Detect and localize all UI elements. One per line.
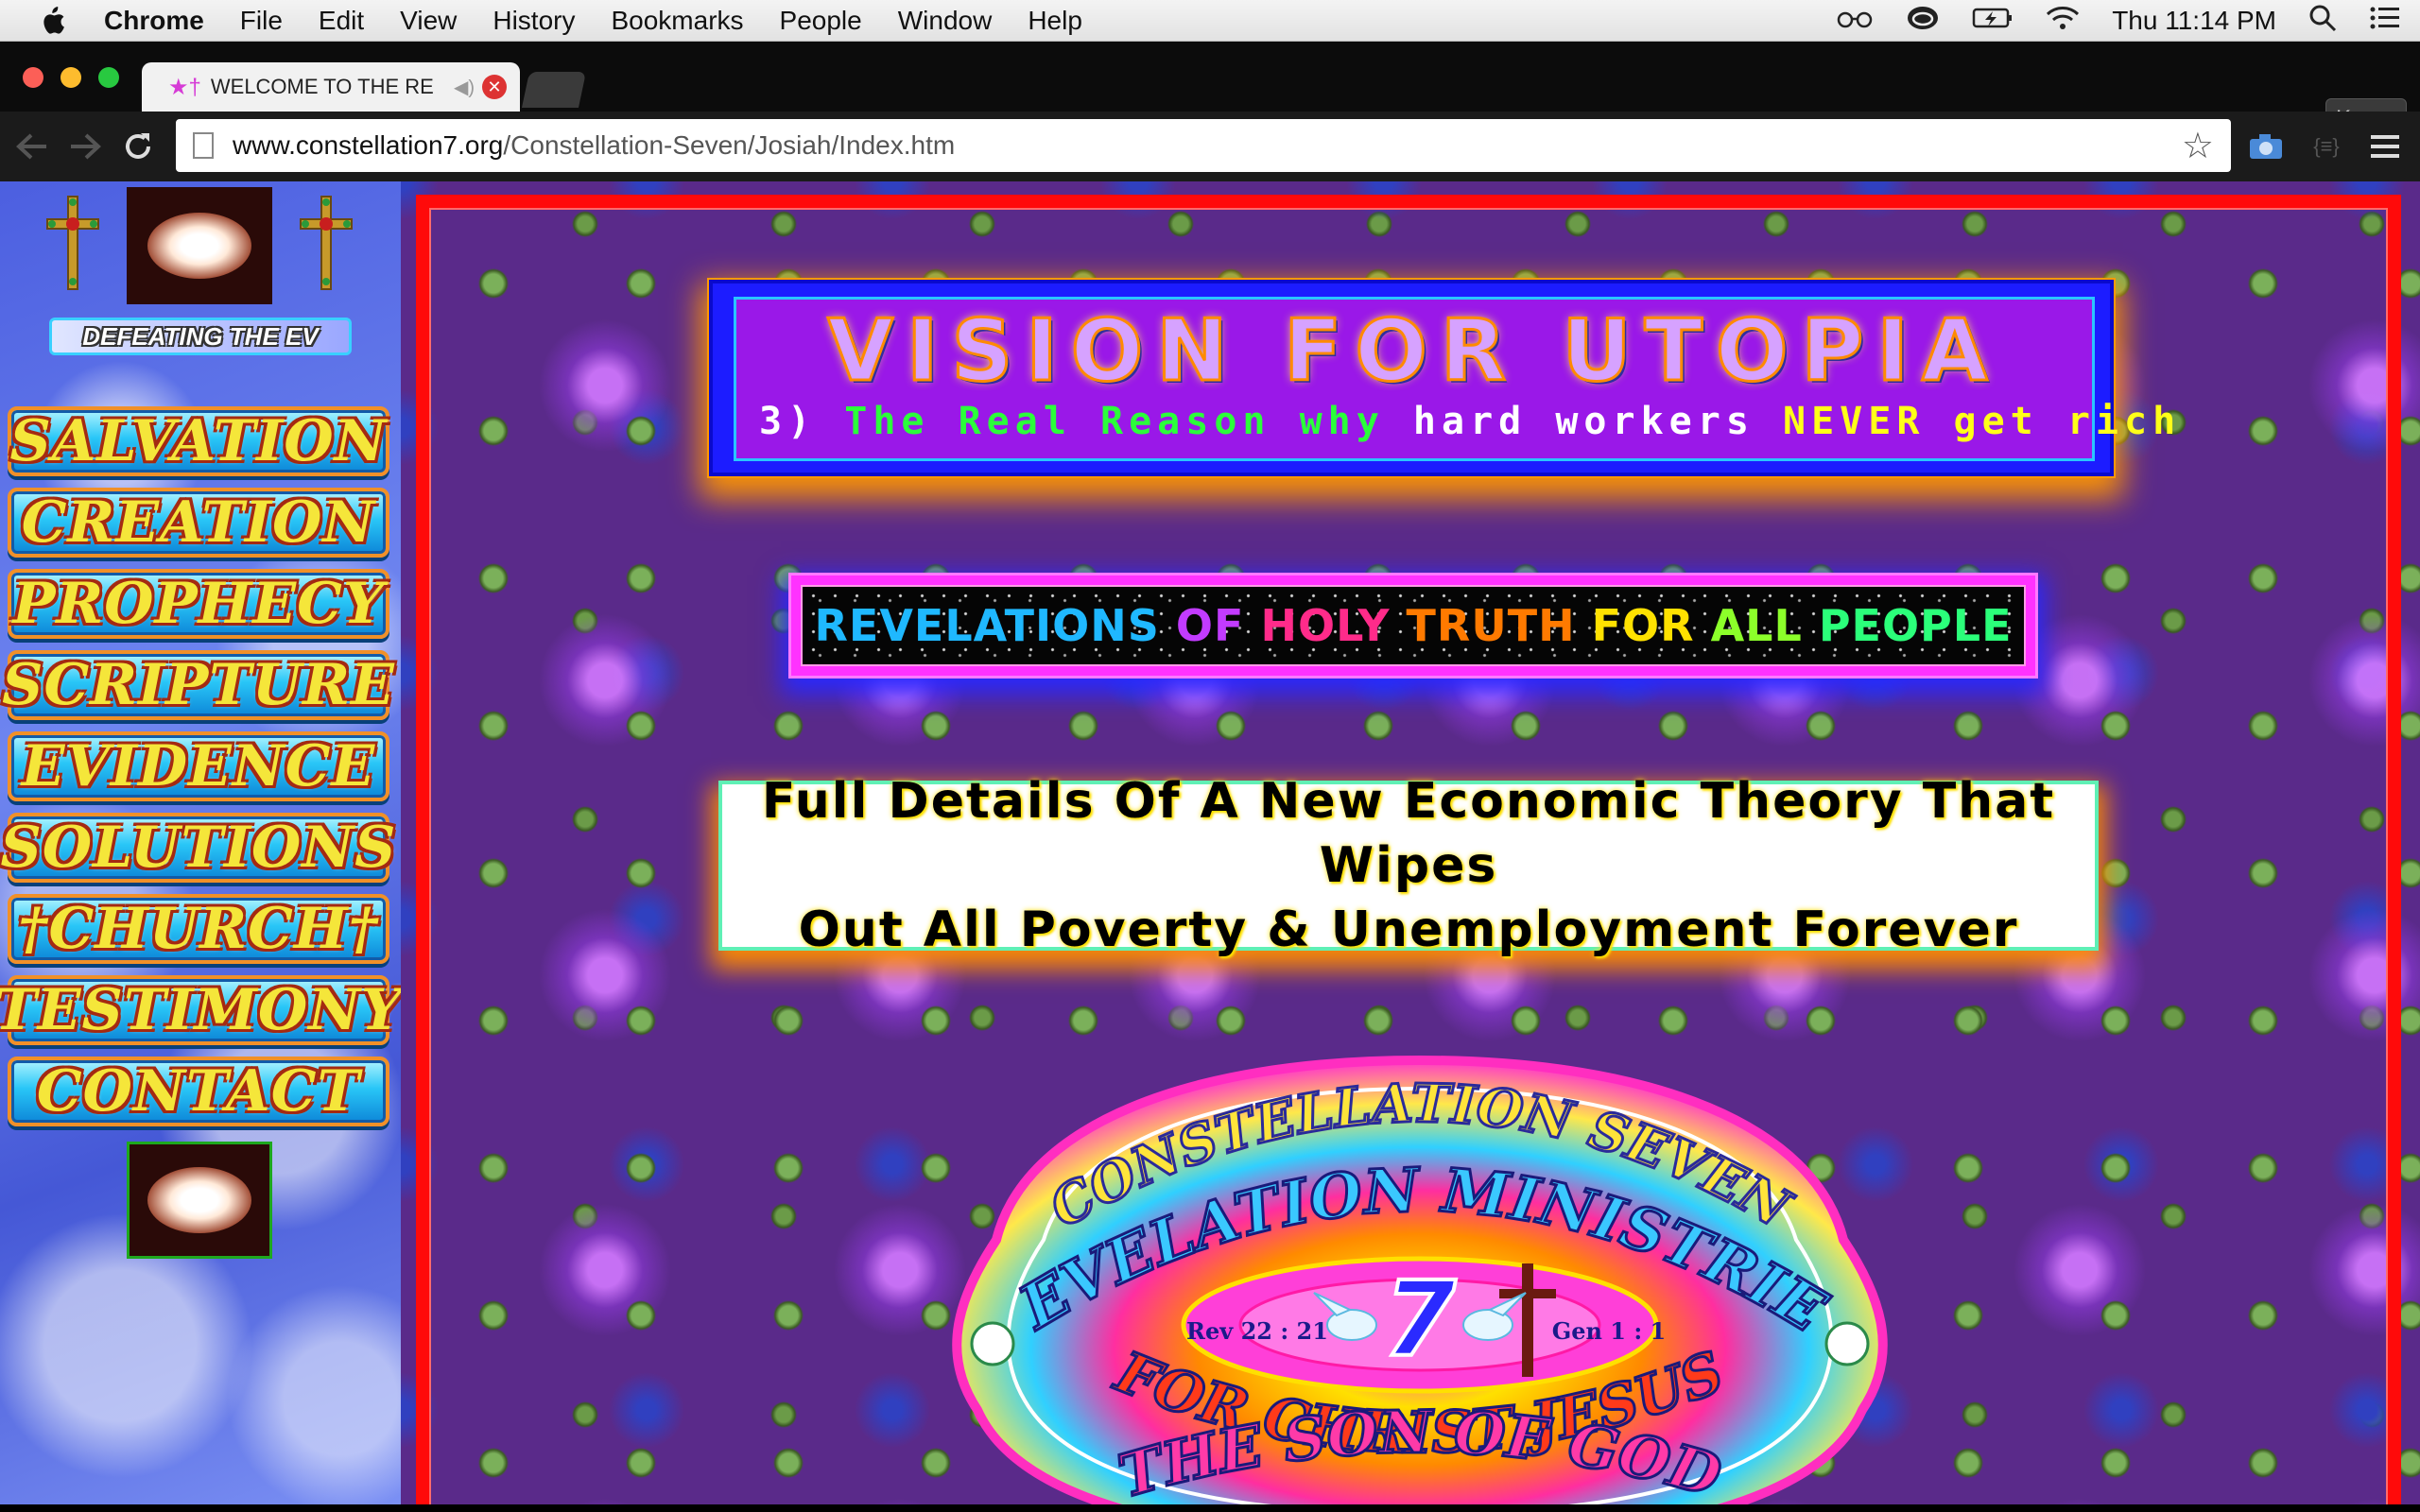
menubar-clock[interactable]: Thu 11:14 PM [2112,6,2276,36]
url-path: /Constellation-Seven/Josiah/Index.htm [503,130,956,160]
main-content-frame: VISION FOR UTOPIA 3) The Real Reason why… [401,181,2420,1504]
glowing-bible-image [127,187,272,304]
browser-toolbar: www.constellation7.org/Constellation-Sev… [0,112,2420,181]
menu-view[interactable]: View [400,6,457,36]
forward-arrow-icon[interactable] [59,120,112,173]
battery-icon[interactable] [1972,6,2014,36]
reading-glasses-icon[interactable] [1836,6,1874,36]
nav-scripture-button[interactable]: SCRIPTURE [2,650,394,720]
url-domain: www.constellation7.org [233,130,504,160]
tab-favicon-icon: ★† [168,74,201,100]
window-minimize-button[interactable] [60,67,81,88]
nav-solutions-button[interactable]: SOLUTIONS [1,813,396,883]
notification-center-icon[interactable] [2369,5,2401,38]
back-arrow-icon[interactable] [6,120,59,173]
apple-menu-icon[interactable] [0,6,104,36]
glowing-bible-image[interactable] [127,1142,272,1259]
menu-help[interactable]: Help [1028,6,1082,36]
subtitle-number: 3) [759,400,817,443]
menu-edit[interactable]: Edit [319,6,364,36]
nav-salvation-button[interactable]: SALVATION [8,406,389,476]
angel-icon [970,1321,1015,1366]
menu-app-chrome[interactable]: Chrome [104,6,204,36]
logo-number-seven: 7 [1384,1259,1457,1380]
nav-testimony-button[interactable]: TESTIMONY [0,975,402,1045]
rev-word: ALL [1710,600,1803,651]
menu-file[interactable]: File [240,6,283,36]
new-tab-button[interactable] [521,72,587,108]
bookmark-star-icon[interactable]: ☆ [2182,125,2214,167]
creative-cloud-icon[interactable] [1906,5,1940,38]
wifi-icon[interactable] [2046,5,2080,38]
tab-title: WELCOME TO THE RE [210,75,434,98]
logo-left-reference: Rev 22 : 21 [1186,1317,1328,1345]
reload-icon[interactable] [112,120,164,173]
scrolling-marquee: DEFEATING THE EV [49,318,352,355]
rev-word: PEOPLE [1818,600,2013,651]
logo-right-reference: Gen 1 : 1 [1552,1317,1667,1345]
left-navigation-frame: DEFEATING THE EV SALVATION CREATION PROP… [0,181,402,1504]
tab-audio-icon[interactable]: ◀) [454,76,475,99]
chrome-menu-icon[interactable] [2361,123,2409,170]
nav-evidence-button[interactable]: EVIDENCE [8,731,389,801]
menu-bookmarks[interactable]: Bookmarks [611,6,743,36]
description-line-2: Out All Poverty & Unemployment Forever [798,902,2019,958]
window-zoom-button[interactable] [98,67,119,88]
jeweled-cross-icon [300,196,353,290]
constellation-seven-logo[interactable]: CONSTELLATION SEVEN REVELATION MINISTRIE… [936,1051,1904,1504]
economic-theory-description: Full Details Of A New Economic Theory Th… [718,773,2099,958]
nav-contact-button[interactable]: CONTACT [8,1057,389,1126]
browser-tab-active[interactable]: ★† WELCOME TO THE RE ◀) ✕ [142,62,520,112]
rev-word: TRUTH [1406,600,1576,651]
subtitle-green-text: The Real Reason why [844,400,1385,443]
revelations-text: REVELATIONS OF HOLY TRUTH FOR ALL PEOPLE [801,585,2026,666]
macos-menubar: Chrome File Edit View History Bookmarks … [0,0,2420,42]
subtitle-white-text: hard workers [1412,400,1754,443]
banner-subtitle: 3) The Real Reason why hard workers NEVE… [759,400,2181,443]
revelations-banner: REVELATIONS OF HOLY TRUTH FOR ALL PEOPLE [788,573,2038,679]
page-viewport: DEFEATING THE EV SALVATION CREATION PROP… [0,181,2420,1504]
camera-extension-icon[interactable] [2242,123,2290,170]
json-extension-icon[interactable]: {≡} [2303,123,2350,170]
angel-icon [1824,1321,1870,1366]
nav-prophecy-button[interactable]: PROPHECY [8,569,389,639]
menu-people[interactable]: People [780,6,862,36]
rev-word: OF [1175,600,1245,651]
nav-church-button[interactable]: †CHURCH† [8,894,389,964]
nav-creation-button[interactable]: CREATION [8,488,389,558]
address-bar[interactable]: www.constellation7.org/Constellation-Sev… [176,119,2231,172]
vision-for-utopia-banner: VISION FOR UTOPIA 3) The Real Reason why… [709,280,2175,476]
spotlight-search-icon[interactable] [2308,4,2337,39]
menu-window[interactable]: Window [898,6,993,36]
menu-history[interactable]: History [493,6,575,36]
description-line-1: Full Details Of A New Economic Theory Th… [761,773,2056,894]
rev-word: HOLY [1260,600,1391,651]
window-close-button[interactable] [23,67,43,88]
page-document-icon [193,132,214,159]
rev-word: FOR [1591,600,1695,651]
jeweled-cross-icon [46,196,99,290]
tab-close-icon[interactable]: ✕ [482,75,507,99]
subtitle-yellow-text: NEVER get rich [1783,400,2182,443]
rev-word: REVELATIONS [814,600,1160,651]
banner-title: VISION FOR UTOPIA [826,301,2001,403]
